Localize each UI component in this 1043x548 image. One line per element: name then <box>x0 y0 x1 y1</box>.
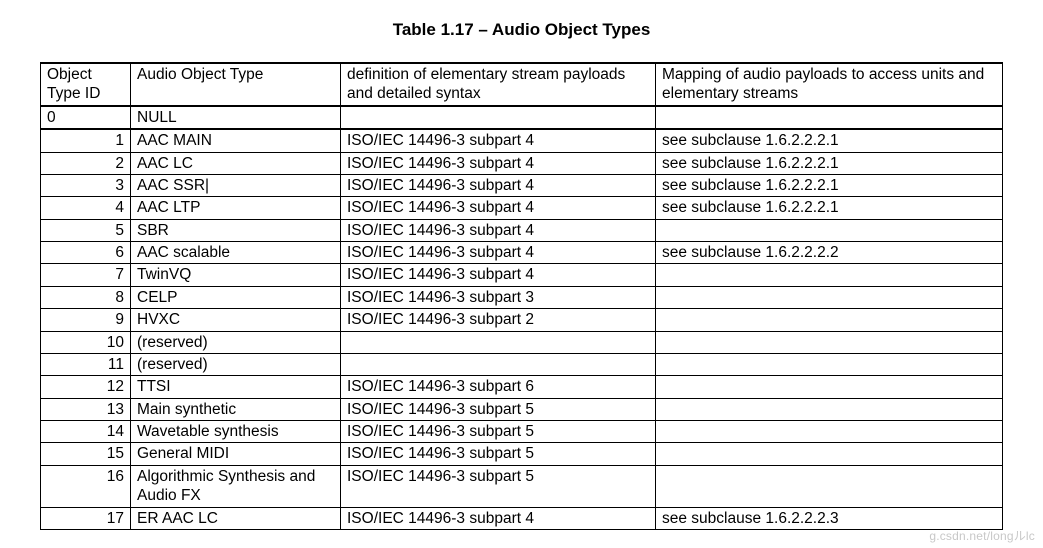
cell-type: AAC scalable <box>131 242 341 264</box>
cell-id: 17 <box>41 507 131 529</box>
cell-map: see subclause 1.6.2.2.2.1 <box>656 174 1003 196</box>
cell-def: ISO/IEC 14496-3 subpart 4 <box>341 264 656 286</box>
cell-id: 4 <box>41 197 131 219</box>
watermark-text: g.csdn.net/longルlc <box>929 527 1035 544</box>
cell-map: see subclause 1.6.2.2.2.1 <box>656 129 1003 152</box>
cell-def: ISO/IEC 14496-3 subpart 3 <box>341 286 656 308</box>
cell-id: 3 <box>41 174 131 196</box>
col-header-map: Mapping of audio payloads to access unit… <box>656 63 1003 106</box>
cell-type: AAC SSR| <box>131 174 341 196</box>
cell-type: Main synthetic <box>131 398 341 420</box>
cell-map <box>656 398 1003 420</box>
cell-id: 13 <box>41 398 131 420</box>
cell-map <box>656 309 1003 331</box>
cell-id: 2 <box>41 152 131 174</box>
cell-def: ISO/IEC 14496-3 subpart 4 <box>341 174 656 196</box>
cell-id: 14 <box>41 421 131 443</box>
cell-map <box>656 219 1003 241</box>
cell-map <box>656 421 1003 443</box>
cell-map: see subclause 1.6.2.2.2.1 <box>656 152 1003 174</box>
cell-type: TwinVQ <box>131 264 341 286</box>
cell-id: 7 <box>41 264 131 286</box>
col-header-id: Object Type ID <box>41 63 131 106</box>
cell-def <box>341 106 656 129</box>
cell-id: 5 <box>41 219 131 241</box>
cell-def: ISO/IEC 14496-3 subpart 4 <box>341 242 656 264</box>
cell-id: 12 <box>41 376 131 398</box>
cell-type: Algorithmic Synthesis and Audio FX <box>131 465 341 507</box>
cell-type: AAC LTP <box>131 197 341 219</box>
cell-map <box>656 331 1003 353</box>
col-header-def: definition of elementary stream payloads… <box>341 63 656 106</box>
cell-type: SBR <box>131 219 341 241</box>
cell-map <box>656 286 1003 308</box>
cell-type: (reserved) <box>131 331 341 353</box>
cell-map: see subclause 1.6.2.2.2.1 <box>656 197 1003 219</box>
table-title: Table 1.17 – Audio Object Types <box>40 20 1003 40</box>
cell-id: 16 <box>41 465 131 507</box>
col-header-type: Audio Object Type <box>131 63 341 106</box>
cell-type: NULL <box>131 106 341 129</box>
cell-map <box>656 353 1003 375</box>
cell-id: 0 <box>41 106 131 129</box>
cell-def: ISO/IEC 14496-3 subpart 6 <box>341 376 656 398</box>
cell-def: ISO/IEC 14496-3 subpart 5 <box>341 421 656 443</box>
cell-id: 8 <box>41 286 131 308</box>
cell-def: ISO/IEC 14496-3 subpart 4 <box>341 197 656 219</box>
cell-def: ISO/IEC 14496-3 subpart 5 <box>341 443 656 465</box>
cell-type: (reserved) <box>131 353 341 375</box>
cell-id: 6 <box>41 242 131 264</box>
cell-map <box>656 443 1003 465</box>
cell-def: ISO/IEC 14496-3 subpart 4 <box>341 129 656 152</box>
cell-def: ISO/IEC 14496-3 subpart 5 <box>341 465 656 507</box>
cell-def: ISO/IEC 14496-3 subpart 5 <box>341 398 656 420</box>
cell-id: 1 <box>41 129 131 152</box>
cell-type: ER AAC LC <box>131 507 341 529</box>
cell-def: ISO/IEC 14496-3 subpart 4 <box>341 152 656 174</box>
cell-type: General MIDI <box>131 443 341 465</box>
cell-def: ISO/IEC 14496-3 subpart 4 <box>341 507 656 529</box>
cell-map <box>656 264 1003 286</box>
cell-id: 10 <box>41 331 131 353</box>
cell-def <box>341 331 656 353</box>
cell-type: TTSI <box>131 376 341 398</box>
cell-map <box>656 106 1003 129</box>
cell-type: AAC MAIN <box>131 129 341 152</box>
cell-def: ISO/IEC 14496-3 subpart 4 <box>341 219 656 241</box>
cell-type: Wavetable synthesis <box>131 421 341 443</box>
cell-id: 9 <box>41 309 131 331</box>
cell-def <box>341 353 656 375</box>
cell-def: ISO/IEC 14496-3 subpart 2 <box>341 309 656 331</box>
cell-type: CELP <box>131 286 341 308</box>
cell-id: 15 <box>41 443 131 465</box>
cell-map <box>656 465 1003 507</box>
audio-object-types-table: Object Type IDAudio Object Typedefinitio… <box>40 62 1003 530</box>
cell-map <box>656 376 1003 398</box>
cell-type: AAC LC <box>131 152 341 174</box>
cell-id: 11 <box>41 353 131 375</box>
cell-map: see subclause 1.6.2.2.2.2 <box>656 242 1003 264</box>
cell-type: HVXC <box>131 309 341 331</box>
